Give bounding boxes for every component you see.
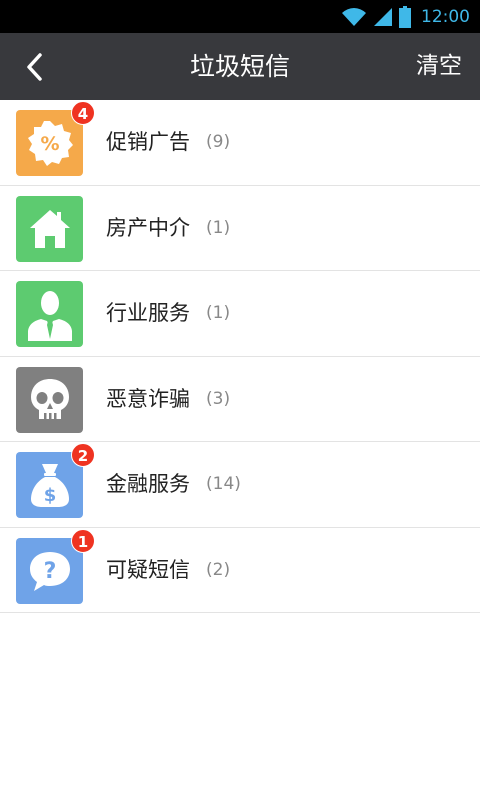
unread-badge: 4	[71, 101, 95, 125]
list-item-suspicious[interactable]: ? 1 可疑短信 (2)	[0, 528, 480, 613]
item-count: (9)	[206, 132, 231, 152]
title-bar: 垃圾短信 清空	[0, 33, 480, 100]
signal-icon	[374, 7, 392, 26]
status-time: 12:00	[421, 6, 470, 27]
wifi-icon	[342, 7, 366, 26]
item-label: 促销广告	[106, 130, 190, 154]
item-count: (3)	[206, 388, 231, 409]
svg-text:%: %	[40, 133, 59, 155]
item-count: (2)	[206, 559, 231, 580]
businessman-icon	[16, 281, 83, 347]
item-label: 金融服务	[106, 472, 190, 496]
item-count: (1)	[206, 217, 231, 238]
svg-text:$: $	[43, 485, 56, 506]
item-label: 可疑短信	[106, 557, 190, 582]
svg-text:?: ?	[43, 559, 56, 584]
battery-icon	[399, 5, 411, 28]
item-label: 恶意诈骗	[106, 386, 190, 411]
status-icons: 12:00	[341, 4, 470, 29]
chevron-left-icon	[27, 53, 42, 81]
skull-icon	[16, 366, 83, 433]
unread-badge: 2	[71, 443, 95, 467]
list-item-fraud[interactable]: 恶意诈骗 (3)	[0, 357, 480, 442]
house-icon	[16, 195, 83, 262]
list-item-promotions[interactable]: % 4 促销广告 (9)	[0, 100, 480, 186]
clear-button[interactable]: 清空	[416, 33, 462, 100]
item-label: 房产中介	[106, 215, 190, 240]
list-item-financial-services[interactable]: $ 2 金融服务 (14)	[0, 442, 480, 528]
list-item-industry-services[interactable]: 行业服务 (1)	[0, 271, 480, 357]
back-button[interactable]	[14, 47, 54, 87]
item-count: (14)	[206, 474, 241, 494]
status-bar: 12:00	[0, 0, 480, 33]
unread-badge: 1	[71, 528, 95, 553]
item-count: (1)	[206, 303, 231, 323]
list-item-real-estate[interactable]: 房产中介 (1)	[0, 186, 480, 271]
page-title: 垃圾短信	[189, 52, 290, 81]
spam-category-list: % 4 促销广告 (9) 房产中介 (1) 行业服务 (1) 恶意诈骗 (3) …	[0, 100, 480, 613]
item-label: 行业服务	[106, 301, 190, 325]
